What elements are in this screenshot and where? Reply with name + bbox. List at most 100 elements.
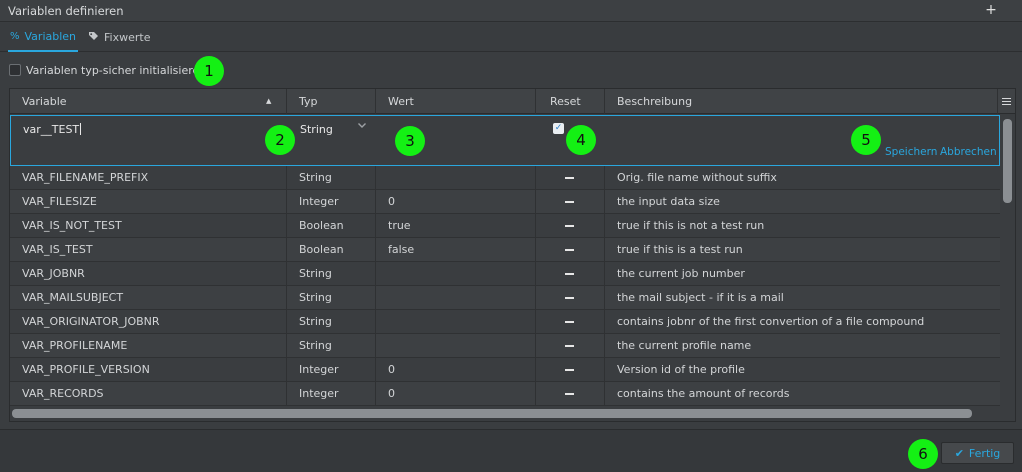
save-button[interactable]: Speichern — [885, 146, 937, 158]
column-header-typ[interactable]: Typ — [287, 89, 376, 114]
title-bar: Variablen definieren + — [0, 0, 1022, 22]
cell-reset — [536, 262, 605, 286]
cell-reset — [536, 382, 605, 406]
reset-dash-icon — [565, 201, 574, 203]
cell-beschreibung: Orig. file name without suffix — [617, 171, 777, 184]
dialog-footer: ✔ Fertig — [0, 429, 1022, 472]
cell-wert: 0 — [376, 382, 536, 406]
cell-beschreibung: contains the amount of records — [617, 387, 790, 400]
reset-dash-icon — [565, 177, 574, 179]
column-header-reset[interactable]: Reset — [536, 89, 605, 114]
table-row[interactable]: VAR_IS_NOT_TEST Boolean true true if thi… — [10, 214, 1000, 238]
annotation-marker-1: 1 — [194, 56, 224, 86]
cell-beschreibung: contains jobnr of the first convertion o… — [617, 315, 925, 328]
variable-name-input[interactable]: var__TEST — [23, 123, 193, 139]
column-menu-icon[interactable] — [998, 89, 1015, 114]
reset-dash-icon — [565, 321, 574, 323]
table-row[interactable]: VAR_PROFILE_VERSION Integer 0 Version id… — [10, 358, 1000, 382]
cell-variable: VAR_ORIGINATOR_JOBNR — [10, 310, 287, 334]
tab-fixwerte[interactable]: Fixwerte — [88, 23, 150, 52]
column-header-wert[interactable]: Wert — [376, 89, 536, 114]
annotation-marker-5: 5 — [851, 125, 881, 155]
reset-dash-icon — [565, 345, 574, 347]
table-row[interactable]: VAR_FILESIZE Integer 0 the input data si… — [10, 190, 1000, 214]
chevron-down-icon[interactable] — [357, 120, 367, 133]
sort-ascending-icon[interactable]: ▲ — [266, 89, 271, 114]
cell-typ: String — [287, 166, 376, 190]
cell-reset — [536, 214, 605, 238]
reset-dash-icon — [565, 297, 574, 299]
typesafe-label: Variablen typ-sicher initialisieren — [26, 63, 207, 77]
cell-beschreibung: the mail subject - if it is a mail — [617, 291, 784, 304]
column-header-beschreibung[interactable]: Beschreibung — [605, 89, 998, 114]
table-row[interactable]: VAR_IS_TEST Boolean false true if this i… — [10, 238, 1000, 262]
cell-typ: Boolean — [287, 214, 376, 238]
cell-wert — [376, 310, 536, 334]
cell-beschreibung: the current profile name — [617, 339, 752, 352]
tab-bar: % Variablen Fixwerte — [0, 23, 1022, 52]
cell-reset — [536, 166, 605, 190]
cell-beschreibung: true if this is not a test run — [617, 219, 765, 232]
typesafe-checkbox[interactable] — [9, 64, 21, 76]
done-button[interactable]: ✔ Fertig — [941, 442, 1014, 464]
annotation-marker-3: 3 — [395, 126, 425, 156]
reset-dash-icon — [565, 225, 574, 227]
cell-wert — [376, 334, 536, 358]
tab-label: Fixwerte — [104, 31, 151, 44]
tab-variablen[interactable]: % Variablen — [8, 23, 79, 52]
table-row[interactable]: VAR_FILENAME_PREFIX String Orig. file na… — [10, 166, 1000, 190]
horizontal-scroll-thumb[interactable] — [12, 409, 972, 418]
cell-typ: String — [287, 286, 376, 310]
cell-variable: VAR_FILENAME_PREFIX — [10, 166, 287, 190]
cell-variable: VAR_PROFILENAME — [10, 334, 287, 358]
cell-typ: String — [287, 262, 376, 286]
cell-variable: VAR_RECORDS — [10, 382, 287, 406]
table-row[interactable]: VAR_MAILSUBJECT String the mail subject … — [10, 286, 1000, 310]
cell-typ: Boolean — [287, 238, 376, 262]
tag-icon — [88, 31, 99, 45]
cell-variable: VAR_FILESIZE — [10, 190, 287, 214]
cell-typ: String — [287, 334, 376, 358]
cell-beschreibung: true if this is a test run — [617, 243, 743, 256]
reset-dash-icon — [565, 249, 574, 251]
table-row[interactable]: VAR_PROFILENAME String the current profi… — [10, 334, 1000, 358]
column-header-variable[interactable]: Variable — [10, 89, 287, 114]
cell-wert — [376, 166, 536, 190]
cell-wert: false — [376, 238, 536, 262]
cell-typ: Integer — [287, 190, 376, 214]
cancel-button[interactable]: Abbrechen — [940, 146, 997, 158]
checkmark-icon: ✔ — [954, 446, 964, 460]
done-label: Fertig — [968, 446, 1001, 460]
tab-label: Variablen — [24, 30, 77, 43]
reset-dash-icon — [565, 369, 574, 371]
cell-variable: VAR_IS_NOT_TEST — [10, 214, 287, 238]
table-row[interactable]: VAR_JOBNR String the current job number — [10, 262, 1000, 286]
cell-variable: VAR_IS_TEST — [10, 238, 287, 262]
reset-checkbox[interactable]: ✓ — [553, 123, 564, 134]
cell-variable: VAR_MAILSUBJECT — [10, 286, 287, 310]
cell-typ: Integer — [287, 358, 376, 382]
cell-reset — [536, 310, 605, 334]
cell-typ: Integer — [287, 382, 376, 406]
add-icon[interactable]: + — [982, 1, 1000, 19]
cell-reset — [536, 190, 605, 214]
horizontal-scrollbar[interactable] — [10, 407, 1000, 421]
grid-header: Variable ▲ Typ Wert Reset Beschreibung — [10, 89, 1015, 114]
cell-reset — [536, 334, 605, 358]
cell-reset — [536, 358, 605, 382]
table-row[interactable]: VAR_ORIGINATOR_JOBNR String contains job… — [10, 310, 1000, 334]
cell-reset — [536, 286, 605, 310]
grid-rows: VAR_FILENAME_PREFIX String Orig. file na… — [10, 166, 1000, 406]
cell-wert: true — [376, 214, 536, 238]
table-row[interactable]: VAR_RECORDS Integer 0 contains the amoun… — [10, 382, 1000, 406]
percent-icon: % — [10, 31, 20, 42]
cell-beschreibung: the input data size — [617, 195, 720, 208]
cell-variable: VAR_PROFILE_VERSION — [10, 358, 287, 382]
vertical-scrollbar[interactable] — [1000, 115, 1015, 409]
reset-dash-icon — [565, 273, 574, 275]
typesafe-option[interactable]: Variablen typ-sicher initialisieren — [9, 62, 206, 78]
cell-wert — [376, 262, 536, 286]
vertical-scroll-thumb[interactable] — [1003, 119, 1012, 203]
cell-wert: 0 — [376, 358, 536, 382]
cell-wert — [376, 286, 536, 310]
